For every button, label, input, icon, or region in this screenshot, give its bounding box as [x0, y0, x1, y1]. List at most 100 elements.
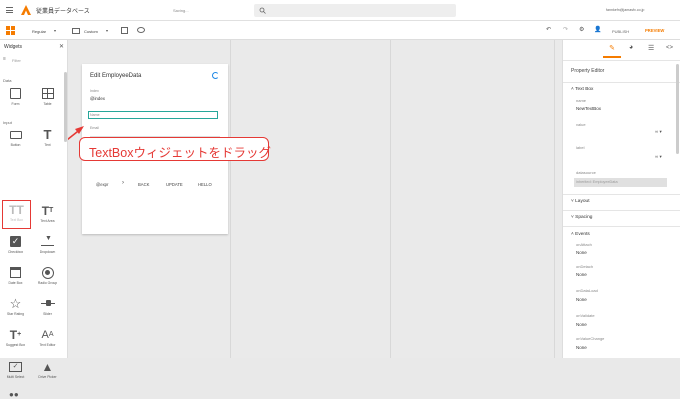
layout-section-header[interactable]: ˅ Layout	[571, 199, 590, 204]
textbox-section-label: Text Box	[575, 87, 594, 92]
datasource-value: inherited: EmployeeData	[576, 180, 618, 184]
search-box[interactable]	[254, 4, 456, 17]
widget-tile-multi-select[interactable]: ✓ Multi Select	[2, 358, 29, 384]
toolbar: Regular ▾ Custom ▾ ↶ ↷ ⚙ 👤 PUBLISH PREVI…	[0, 21, 680, 40]
layout-section-label: Layout	[575, 199, 590, 204]
device-chevron-down-icon[interactable]: ▾	[106, 28, 108, 33]
widget-tile-drive-picker[interactable]: ▲ Drive Picker	[34, 358, 61, 384]
on-detach-label: onDetach	[576, 264, 594, 269]
more-widgets-icon: ●●	[9, 390, 19, 399]
name-prop-label: name	[576, 98, 587, 103]
divider	[563, 82, 680, 83]
widget-tile-label: Dropdown	[39, 250, 56, 254]
widget-tile-text-editor[interactable]: AA Text Editor	[34, 326, 61, 352]
list-icon[interactable]: ☰	[648, 44, 654, 52]
spacing-section-header[interactable]: ˅ Spacing	[571, 215, 592, 220]
widget-tile-label: Drive Picker	[38, 375, 57, 379]
suggestbox-icon: T +	[9, 327, 22, 342]
layout-icon[interactable]	[121, 27, 128, 34]
top-bar: 従業員データベース Saving... fannkefn@jamasfx.co.…	[0, 0, 680, 21]
view-mode-chevron-down-icon[interactable]: ▾	[54, 28, 56, 33]
close-icon[interactable]: ✕	[59, 43, 64, 50]
multiselect-icon: ✓	[9, 360, 23, 373]
widget-tile-textbox[interactable]: TT Text Box	[2, 200, 31, 229]
undo-icon[interactable]: ↶	[546, 26, 551, 33]
value-binding-icon[interactable]: ∞ ▾	[655, 129, 662, 135]
widget-tile-label: Form	[11, 102, 20, 106]
widget-tile-label: Button	[10, 143, 21, 147]
on-attach-value[interactable]: None	[576, 250, 587, 255]
textarea-icon: TT	[41, 203, 54, 218]
code-icon[interactable]: <>	[666, 45, 673, 51]
saving-status: Saving...	[173, 8, 189, 13]
table-icon	[41, 87, 55, 100]
preview-button[interactable]: PREVIEW	[645, 28, 664, 33]
on-detach-value[interactable]: None	[576, 272, 587, 277]
slider-icon	[40, 297, 55, 310]
drivepicker-icon: ▲	[41, 359, 54, 374]
scrollbar[interactable]	[676, 64, 679, 154]
widget-tile-label: Multi Select	[6, 375, 25, 379]
widget-tile-label: Table	[43, 102, 52, 106]
palette-icon[interactable]: ◕	[629, 44, 633, 51]
property-editor-panel: ✎ ◕ ☰ <> Property Editor ˄ Text Box name…	[562, 40, 680, 358]
checkbox-icon: ✓	[10, 236, 21, 247]
on-validate-value[interactable]: None	[576, 322, 587, 327]
widget-tile-slider[interactable]: Slider	[34, 295, 61, 321]
datebox-icon	[9, 266, 23, 279]
widget-tile-radio-group[interactable]: Radio Group	[34, 264, 61, 290]
widget-tile-label: Checkbox	[7, 250, 24, 254]
tab-properties[interactable]: ✎	[603, 44, 621, 58]
design-canvas[interactable]: Edit EmployeeData Index @index Name Emai…	[68, 40, 562, 358]
on-validate-label: onValidate	[576, 313, 595, 318]
widgets-grid-icon[interactable]	[6, 26, 15, 35]
widget-tile-button[interactable]: Button	[2, 126, 29, 152]
filter-input[interactable]: Filter	[12, 58, 21, 63]
widget-tile-suggest-box[interactable]: T + Suggest Box	[2, 326, 29, 352]
widget-tile-form[interactable]: Form	[2, 85, 29, 111]
divider	[563, 226, 680, 227]
name-prop-input[interactable]: NewTextBox	[576, 106, 601, 111]
button-icon	[9, 128, 23, 141]
scrollbar[interactable]	[64, 72, 67, 142]
widget-tile-label: Star Rating	[7, 312, 24, 316]
events-section-header[interactable]: ˄ Events	[571, 232, 590, 237]
widget-tile-checkbox[interactable]: ✓ Checkbox	[2, 233, 29, 259]
settings-gear-icon[interactable]: ⚙	[579, 26, 584, 33]
widget-tile-textarea[interactable]: TT Text Area	[34, 202, 61, 228]
datasource-field: inherited: EmployeeData	[574, 178, 667, 187]
on-data-load-value[interactable]: None	[576, 297, 587, 302]
events-section-label: Events	[575, 232, 590, 237]
textbox-section-header[interactable]: ˄ Text Box	[571, 87, 593, 92]
dropdown-icon: ▼	[41, 235, 55, 248]
visibility-off-icon[interactable]	[137, 27, 145, 33]
share-person-icon[interactable]: 👤	[594, 26, 601, 33]
widget-tile-text[interactable]: T Text	[34, 126, 61, 152]
widget-tile-dropdown[interactable]: ▼ Dropdown	[34, 233, 61, 259]
property-editor-title: Property Editor	[571, 68, 605, 74]
label-prop-label: label	[576, 145, 585, 150]
user-email[interactable]: fannkefn@jamasfx.co.jp	[606, 8, 644, 12]
device-select[interactable]: Custom	[84, 29, 98, 34]
label-binding-icon[interactable]: ∞ ▾	[655, 154, 662, 160]
widgets-panel-title: Widgets	[4, 44, 23, 50]
widget-tile-label: Text	[44, 143, 51, 147]
widget-tile-label: Radio Group	[37, 281, 58, 285]
widget-tile-datebox[interactable]: Date Box	[2, 264, 29, 290]
publish-button[interactable]: PUBLISH	[612, 29, 629, 34]
on-value-change-label: onValueChange	[576, 336, 605, 341]
widget-tile-star-rating[interactable]: ☆ Star Rating	[2, 295, 29, 321]
on-value-change-value[interactable]: None	[576, 345, 587, 350]
on-data-load-label: onDataLoad	[576, 288, 598, 293]
widget-tile-label: Text Box	[9, 218, 23, 222]
app-maker-logo-icon	[21, 5, 31, 15]
view-mode-select[interactable]: Regular	[32, 29, 46, 34]
data-section-label: Data	[3, 78, 12, 83]
redo-icon[interactable]: ↷	[563, 26, 568, 33]
instruction-callout: TextBoxウィジェットをドラッグ	[79, 137, 271, 161]
widget-tile-table[interactable]: Table	[34, 85, 61, 111]
widget-tile-label: Date Box	[8, 281, 23, 285]
menu-icon[interactable]	[6, 7, 13, 13]
callout-text: TextBoxウィジェットをドラッグ	[89, 146, 271, 160]
widget-tile-label: Text Editor	[39, 343, 56, 347]
